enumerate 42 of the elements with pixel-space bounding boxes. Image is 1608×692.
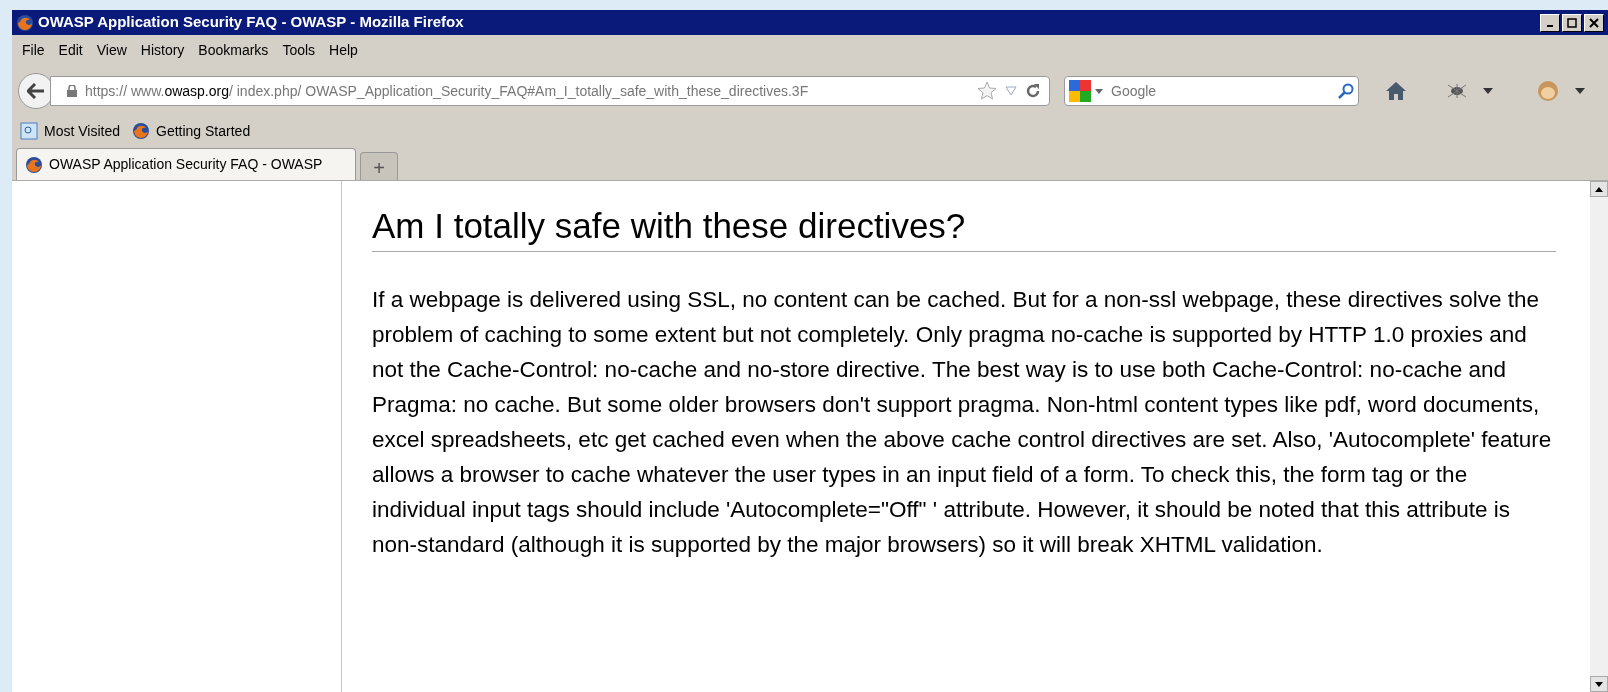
menu-item[interactable]: Tools	[282, 39, 316, 61]
search-input[interactable]: Google	[1107, 80, 1334, 102]
menu-item[interactable]: View	[96, 39, 127, 61]
caret-icon[interactable]	[1483, 88, 1493, 94]
search-engine-icon	[1069, 80, 1091, 102]
menu-item[interactable]: Edit	[58, 39, 83, 61]
bookmark-folder-icon	[20, 122, 38, 140]
firefox-icon	[132, 122, 150, 140]
article-paragraph: If a webpage is delivered using SSL, no content can be cached. But for a non-ssl webpage, these directives solve the problem of caching to some extent but not completely. Only pragma no-cache is supported by HTTP 1.0 proxies and not the Cache-Control: no-cache and no-store directive. The best way is to use both Cache-Control: no-cache and Pragma: no cache. But some older browsers don't support pragma. Non-html content types like pdf, word documents, excel spreadsheets, etc get cached even when the above cache control directives are set. Also, 'Autocomplete' feature allows a browser to cache whatever the user types in an input field of a form. To check this, the form tag or the individual input tags should include 'Autocomplete="Off" ' attribute. However, it should be noted that this attribute is non-standard (although it is supported by the major browsers) so it will break XHTML validation.	[372, 286, 1553, 559]
minimize-button[interactable]	[1540, 13, 1560, 32]
search-field[interactable]: Google	[1064, 76, 1359, 106]
menu-item[interactable]: History	[140, 39, 185, 61]
reload-icon[interactable]	[1025, 83, 1041, 99]
menu-item[interactable]: Bookmarks	[198, 39, 269, 61]
browser-tab[interactable]: OWASP Application Security FAQ - OWASP	[16, 148, 356, 180]
bookmark-link[interactable]: Most Visited	[44, 120, 120, 142]
maximize-icon	[1567, 17, 1577, 28]
firefox-icon	[16, 13, 34, 32]
menu-item[interactable]: File	[22, 39, 45, 61]
search-icon[interactable]	[1338, 83, 1354, 99]
menu-item[interactable]: Help	[329, 39, 358, 61]
scroll-up-icon[interactable]	[1595, 186, 1603, 192]
url-text: https:// www.owasp.org/ index.php/ OWASP_Application_Security_FAQ#Am_I_totally_safe_with_these_directives.3F	[85, 81, 809, 101]
home-icon[interactable]	[1385, 81, 1407, 101]
close-icon	[1589, 17, 1599, 28]
scroll-down-icon[interactable]	[1595, 681, 1603, 687]
caret-icon[interactable]	[1095, 88, 1103, 94]
address-bar[interactable]: https:// www.owasp.org/ index.php/ OWASP_Application_Security_FAQ#Am_I_totally_safe_with_these_directives.3F	[50, 76, 1050, 106]
star-icon[interactable]	[977, 81, 997, 101]
lock-icon	[67, 85, 77, 97]
site-icon	[25, 155, 43, 174]
close-button[interactable]	[1584, 13, 1604, 32]
window-title: OWASP Application Security FAQ - OWASP - Mozilla Firefox	[38, 12, 464, 33]
minimize-icon	[1547, 24, 1553, 27]
bookmark-link[interactable]: Getting Started	[156, 120, 251, 142]
bug-icon[interactable]	[1445, 82, 1469, 100]
back-arrow-icon	[27, 83, 45, 99]
maximize-button[interactable]	[1562, 13, 1582, 32]
scrollbar[interactable]	[1590, 181, 1608, 692]
article-heading: Am I totally safe with these directives?	[372, 205, 1556, 252]
caret-icon[interactable]	[1575, 88, 1585, 94]
new-tab-button[interactable]: +	[360, 152, 398, 180]
